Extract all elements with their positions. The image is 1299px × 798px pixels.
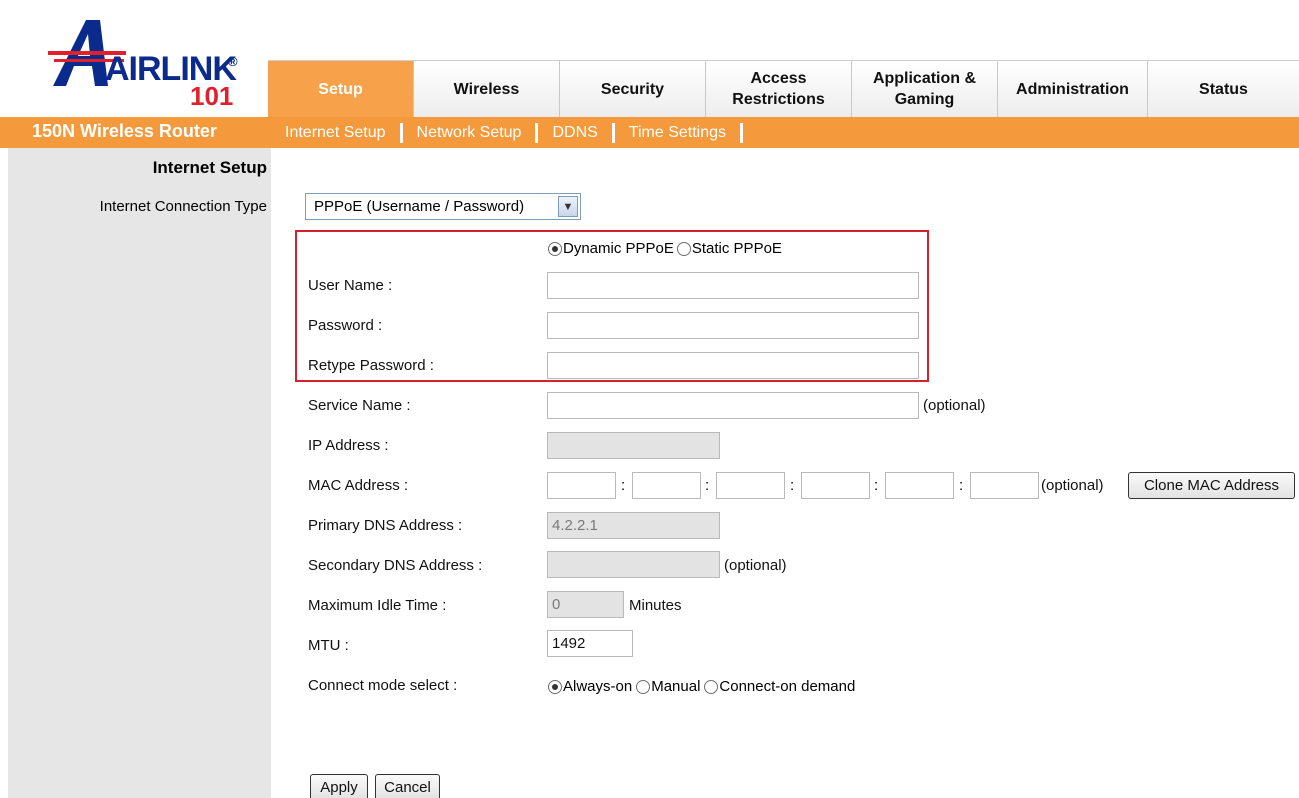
manual-radio[interactable] — [636, 679, 651, 694]
service-name-optional: (optional) — [923, 397, 986, 414]
tab-access-restrictions[interactable]: Access Restrictions — [706, 61, 852, 117]
mtu-input[interactable] — [547, 630, 633, 657]
subnav-time-settings[interactable]: Time Settings — [629, 124, 726, 142]
primary-dns-label: Primary DNS Address : — [308, 517, 463, 534]
ip-address-label: IP Address : — [308, 437, 389, 454]
dynamic-pppoe-radio[interactable] — [548, 241, 562, 256]
subnav-ddns[interactable]: DDNS — [552, 124, 597, 142]
tab-wireless[interactable]: Wireless — [414, 61, 560, 117]
primary-dns-input[interactable] — [547, 512, 720, 539]
subnav-divider — [535, 123, 539, 143]
logo-number: 101 — [190, 81, 234, 111]
mac-octet-input[interactable] — [970, 472, 1039, 499]
secondary-dns-label: Secondary DNS Address : — [308, 557, 483, 574]
subnav-links: Internet Setup Network Setup DDNS Time S… — [285, 123, 757, 143]
static-pppoe-label: Static PPPoE — [691, 240, 782, 257]
user-name-input[interactable] — [547, 272, 919, 299]
mac-separator: : — [621, 477, 626, 494]
service-name-label: Service Name : — [308, 397, 411, 414]
mac-separator: : — [874, 477, 879, 494]
connect-mode-label: Connect mode select : — [308, 677, 458, 694]
max-idle-time-input[interactable] — [547, 591, 624, 618]
mac-octet-input[interactable] — [547, 472, 616, 499]
mac-separator: : — [790, 477, 795, 494]
main-nav-tabs: Setup Wireless Security Access Restricti… — [268, 60, 1299, 117]
subnav-network-setup[interactable]: Network Setup — [417, 124, 522, 142]
section-title: Internet Setup — [152, 158, 267, 177]
left-sidebar: Internet Setup Internet Connection Type — [8, 148, 271, 798]
mac-octet-input[interactable] — [801, 472, 870, 499]
logo-registered-mark: ® — [228, 54, 238, 69]
subnav-divider — [740, 123, 744, 143]
apply-button[interactable]: Apply — [310, 774, 368, 798]
ip-address-input[interactable] — [547, 432, 720, 459]
mac-separator: : — [705, 477, 710, 494]
password-input[interactable] — [547, 312, 919, 339]
cancel-button[interactable]: Cancel — [375, 774, 440, 798]
product-name: 150N Wireless Router — [32, 121, 217, 141]
retype-password-label: Retype Password : — [308, 357, 434, 374]
user-name-label: User Name : — [308, 277, 393, 294]
service-name-input[interactable] — [547, 392, 919, 419]
mac-optional: (optional) — [1041, 477, 1104, 494]
airlink-logo: AIRLINK ® 101 — [30, 8, 250, 111]
secondary-dns-optional: (optional) — [724, 557, 787, 574]
tab-administration[interactable]: Administration — [998, 61, 1148, 117]
tab-status[interactable]: Status — [1148, 61, 1299, 117]
dynamic-pppoe-label: Dynamic PPPoE — [563, 240, 674, 257]
chevron-down-icon[interactable]: ▼ — [558, 196, 578, 217]
connect-mode-group: Always-on Manual Connect-on demand — [548, 678, 855, 695]
max-idle-time-label: Maximum Idle Time : — [308, 597, 447, 614]
mac-octet-input[interactable] — [632, 472, 701, 499]
idle-unit-label: Minutes — [629, 597, 682, 614]
mac-octet-input[interactable] — [716, 472, 785, 499]
connection-type-value: PPPoE (Username / Password) — [314, 198, 525, 215]
connect-on-demand-label: Connect-on demand — [719, 678, 856, 695]
always-on-label: Always-on — [563, 678, 633, 695]
manual-label: Manual — [651, 678, 701, 695]
sub-navigation-bar: 150N Wireless Router Internet Setup Netw… — [0, 117, 1299, 148]
tab-security[interactable]: Security — [560, 61, 706, 117]
retype-password-input[interactable] — [547, 352, 919, 379]
subnav-divider — [399, 123, 403, 143]
mtu-label: MTU : — [308, 637, 349, 654]
secondary-dns-input[interactable] — [547, 551, 720, 578]
pppoe-mode-group: Dynamic PPPoE Static PPPoE — [548, 240, 782, 257]
tab-setup[interactable]: Setup — [268, 61, 414, 117]
clone-mac-address-button[interactable]: Clone MAC Address — [1128, 472, 1295, 499]
mac-separator: : — [959, 477, 964, 494]
connection-type-select[interactable]: PPPoE (Username / Password) ▼ — [305, 193, 581, 220]
subnav-divider — [611, 123, 615, 143]
tab-application-gaming[interactable]: Application & Gaming — [852, 61, 998, 117]
mac-octet-input[interactable] — [885, 472, 954, 499]
password-label: Password : — [308, 317, 383, 334]
always-on-radio[interactable] — [548, 679, 562, 694]
mac-address-label: MAC Address : — [308, 477, 409, 494]
connect-on-demand-radio[interactable] — [704, 679, 719, 694]
static-pppoe-radio[interactable] — [676, 241, 691, 256]
connection-type-label: Internet Connection Type — [99, 198, 267, 215]
subnav-internet-setup[interactable]: Internet Setup — [285, 124, 386, 142]
